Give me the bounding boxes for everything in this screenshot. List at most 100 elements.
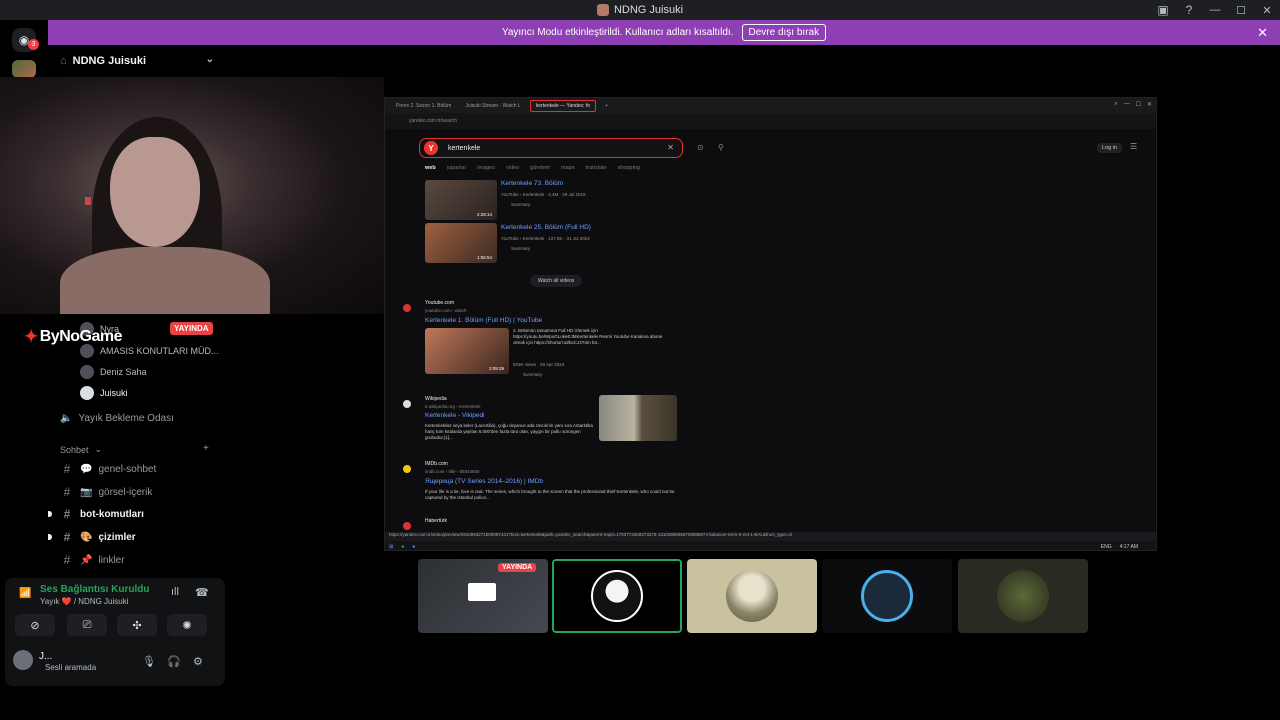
channel-linkler[interactable]: # 📌 linkler [60, 553, 125, 567]
mention-badge: 3 [28, 39, 39, 50]
tab-images[interactable]: images [477, 165, 495, 171]
tab-video[interactable]: video [506, 165, 519, 171]
speaker-icon: 🔈 [60, 413, 73, 424]
result-snippet: Kertenkeleler veya keler (Lacertilia), ç… [425, 423, 593, 440]
translate-icon[interactable]: ⚲ [718, 143, 724, 152]
channel-gorsel-icerik[interactable]: # 📷 görsel-içerik [60, 485, 153, 499]
browser-tab-active[interactable]: kertenkele — Yandex: fo [529, 99, 596, 112]
screen-share-view[interactable]: Prens 2. Sezon 1. Bölüm Juisuki Stream -… [384, 97, 1157, 551]
language-indicator[interactable]: ENG [1101, 544, 1112, 550]
signal-icon[interactable]: 📶 [19, 588, 31, 599]
participant-tile-screenshare[interactable]: YAYINDA [418, 559, 548, 633]
clear-search-icon[interactable]: ✕ [667, 143, 674, 152]
voice-location[interactable]: Yayık ❤️ / NDNG Juisuki [40, 597, 129, 606]
result-title-link[interactable]: Kertenkele 73. Bölüm [501, 180, 563, 187]
result-site[interactable]: Habertürk [425, 518, 447, 524]
close-icon[interactable]: ✕ [1147, 101, 1152, 108]
activities-button[interactable]: ✣ [117, 614, 157, 636]
voice-user[interactable]: AMASIS KONUTLARI MÜD... [80, 344, 219, 358]
camera-off-button[interactable]: ⊘ [15, 614, 55, 636]
tab-shopping[interactable]: shopping [618, 165, 640, 171]
tab-maps[interactable]: maps [561, 165, 574, 171]
maximize-button[interactable]: ☐ [1228, 0, 1254, 20]
voice-user[interactable]: Deniz Saha [80, 365, 147, 379]
lizard-image[interactable] [599, 395, 677, 441]
tab-web[interactable]: web [425, 165, 436, 171]
participant-tile[interactable] [822, 559, 952, 633]
channel-genel-sohbet[interactable]: # 💬 genel-sohbet [60, 462, 157, 476]
channel-bot-komutlari[interactable]: # bot-komutları [60, 507, 144, 521]
tab-translate[interactable]: translate [586, 165, 607, 171]
summary-button[interactable]: Summary [511, 202, 530, 207]
noise-suppression-icon[interactable]: ıll [171, 586, 179, 598]
server-icon[interactable] [12, 60, 36, 78]
search-input[interactable]: Y kertenkele ✕ [419, 138, 683, 158]
category-sohbet[interactable]: Sohbet ⌄ [60, 444, 102, 455]
login-button[interactable]: Log in [1097, 143, 1122, 153]
spotify-icon[interactable]: ● [401, 544, 404, 550]
hash-icon: # [63, 485, 71, 499]
window-controls: ▣ ? — ☐ ✕ [1150, 0, 1280, 20]
avatar[interactable] [13, 650, 33, 670]
menu-icon[interactable]: ☰ [1130, 142, 1137, 151]
add-channel-button[interactable]: + [203, 443, 209, 454]
tab-yazarlar[interactable]: yazarlar [447, 165, 467, 171]
minimize-icon[interactable]: — [1124, 101, 1130, 108]
streamer-body [60, 247, 270, 314]
participant-tile[interactable] [958, 559, 1088, 633]
settings-gear-icon[interactable]: ⚙ [193, 655, 203, 668]
avatar [861, 570, 913, 622]
server-header[interactable]: ⌂ NDNG Juisuki ⌄ [48, 45, 224, 77]
watch-all-videos-button[interactable]: Watch all videos [530, 275, 583, 287]
result-title-link[interactable]: Kertenkele - Vikipedi [425, 412, 485, 419]
new-tab-icon[interactable]: + [600, 100, 613, 112]
disconnect-icon[interactable]: ☎ [195, 586, 209, 599]
address-bar[interactable]: yandex.com.tr/search [385, 113, 1156, 129]
result-url[interactable]: imdb.com › title › tt5843658 [425, 469, 480, 474]
voice-user[interactable]: Juisuki [80, 386, 128, 400]
app-icon[interactable]: ● [412, 544, 415, 550]
result-url[interactable]: tr.wikipedia.org › Kertenkele [425, 404, 481, 409]
inbox-icon[interactable]: ▣ [1150, 0, 1176, 20]
browser-tab[interactable]: Prens 2. Sezon 1. Bölüm [391, 100, 456, 112]
voice-status[interactable]: Ses Bağlantısı Kuruldu [40, 584, 149, 595]
search-icon[interactable]: ⌕ [1114, 101, 1117, 108]
result-title-link[interactable]: Kertenkele 1. Bölüm (Full HD) | YouTube [425, 317, 542, 324]
result-title-link[interactable]: Kertenkele 25. Bölüm (Full HD) [501, 224, 591, 231]
result-site[interactable]: Wikipedia [425, 396, 447, 402]
tab-gundem[interactable]: gündem [530, 165, 550, 171]
screen-share-button[interactable]: ⎚ [67, 614, 107, 636]
current-user-name[interactable]: J... [39, 651, 52, 662]
browser-tab[interactable]: Juisuki Stream - Watch L [460, 100, 525, 112]
voice-user-name: Deniz Saha [100, 367, 147, 377]
result-url[interactable]: youtube.com › watch [425, 308, 467, 313]
hash-icon: # [63, 507, 71, 521]
minimize-button[interactable]: — [1202, 0, 1228, 20]
result-title-link[interactable]: Ящерица (TV Series 2014–2016) | IMDb [425, 478, 543, 485]
search-category-tabs: web yazarlar images video gündem maps tr… [425, 165, 640, 171]
title-bar: NDNG Juisuki ▣ ? — ☐ ✕ [0, 0, 1280, 20]
result-site[interactable]: IMDb.com [425, 461, 448, 467]
participant-tile-speaking[interactable] [552, 559, 682, 633]
maximize-icon[interactable]: ☐ [1136, 101, 1141, 108]
clock[interactable]: 4:17 AM [1120, 544, 1138, 550]
windows-taskbar: ⊞ ● ● ENG 4:17 AM [385, 541, 1156, 550]
microphone-icon[interactable]: 🎙 [142, 655, 156, 668]
wikipedia-favicon-icon [403, 400, 411, 408]
home-icon: ⌂ [60, 55, 67, 67]
headphones-icon[interactable]: 🎧 [167, 655, 181, 668]
result-site[interactable]: Youtube.com [425, 300, 454, 306]
channel-cizimler[interactable]: # 🎨 çizimler [60, 530, 136, 544]
voice-channel-afk[interactable]: 🔈 Yayık Bekleme Odası [60, 413, 174, 424]
voice-user-name: Juisuki [100, 388, 128, 398]
close-icon[interactable]: ✕ [1257, 25, 1268, 41]
disable-streamer-mode-button[interactable]: Devre dışı bırak [741, 24, 827, 41]
camera-search-icon[interactable]: ⊙ [697, 143, 704, 152]
summary-button[interactable]: Summary [511, 246, 530, 251]
windows-start-icon[interactable]: ⊞ [389, 544, 393, 550]
participant-tile[interactable] [687, 559, 817, 633]
soundboard-button[interactable]: ✺ [167, 614, 207, 636]
summary-button[interactable]: Summary [523, 372, 542, 377]
help-icon[interactable]: ? [1176, 0, 1202, 20]
close-window-button[interactable]: ✕ [1254, 0, 1280, 20]
